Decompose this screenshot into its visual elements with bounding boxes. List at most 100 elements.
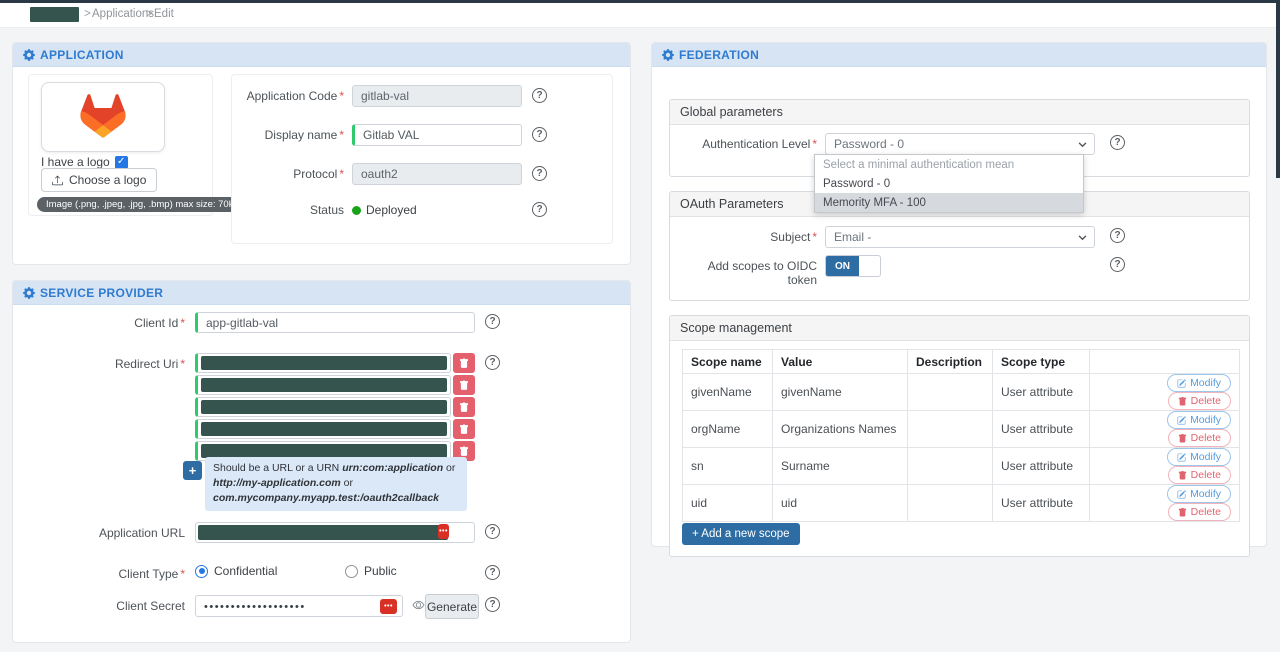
modify-scope-button[interactable]: Modify: [1167, 448, 1231, 466]
radio-unselected-icon[interactable]: [345, 565, 358, 578]
help-icon[interactable]: ?: [485, 565, 500, 580]
delete-redirect-uri-button[interactable]: [453, 375, 475, 395]
generate-secret-button[interactable]: Generate: [425, 594, 479, 619]
radio-selected-icon[interactable]: [195, 565, 208, 578]
add-scope-button[interactable]: + Add a new scope: [682, 523, 800, 545]
status-text: Deployed: [366, 203, 417, 217]
gear-icon: [23, 287, 35, 299]
federation-panel: FEDERATION Global parameters Authenticat…: [651, 42, 1267, 547]
password-manager-icon: •••: [438, 524, 449, 539]
col-scope-type: Scope type: [993, 350, 1090, 374]
redirect-uri-help-text: Should be a URL or a URN urn:com:applica…: [205, 457, 467, 511]
help-icon[interactable]: ?: [532, 127, 547, 142]
check-icon: ✓: [117, 157, 125, 167]
display-name-input[interactable]: [352, 124, 522, 146]
client-secret-input[interactable]: ••••••••••••••••••• •••: [195, 595, 403, 617]
trash-icon: [1178, 471, 1187, 480]
col-value: Value: [773, 350, 908, 374]
client-type-public-label: Public: [364, 564, 397, 578]
client-type-label: Client Type*: [25, 567, 185, 581]
help-icon[interactable]: ?: [532, 166, 547, 181]
scope-row: givenName givenName User attribute Modif…: [683, 374, 1240, 411]
modify-scope-button[interactable]: Modify: [1167, 374, 1231, 392]
col-actions: [1090, 350, 1240, 374]
application-logo: [41, 82, 165, 152]
redacted-value: [201, 444, 447, 458]
toggle-on-state: ON: [826, 256, 859, 276]
password-manager-icon: •••: [380, 599, 397, 614]
breadcrumb-separator: >: [84, 8, 91, 20]
delete-scope-button[interactable]: Delete: [1168, 503, 1231, 521]
have-logo-checkbox[interactable]: ✓: [115, 156, 128, 169]
help-icon[interactable]: ?: [485, 597, 500, 612]
screen: > Applications > Edit APPLICATION: [0, 0, 1280, 652]
client-type-option-public[interactable]: Public: [345, 564, 397, 578]
help-icon[interactable]: ?: [485, 524, 500, 539]
trash-icon: [459, 358, 469, 369]
col-description: Description: [908, 350, 993, 374]
authentication-level-select[interactable]: Password - 0: [825, 133, 1095, 155]
redirect-uri-input[interactable]: [195, 397, 451, 417]
federation-panel-title: FEDERATION: [679, 48, 759, 62]
dropdown-option-highlighted[interactable]: Memority MFA - 100: [815, 193, 1083, 212]
trash-icon: [1178, 434, 1187, 443]
dropdown-option[interactable]: Select a minimal authentication mean: [815, 155, 1083, 174]
scrollbar-thumb[interactable]: [1276, 0, 1280, 178]
application-panel-header: APPLICATION: [13, 43, 630, 67]
choose-logo-label: Choose a logo: [69, 173, 146, 187]
edit-icon: [1177, 416, 1186, 425]
delete-scope-button[interactable]: Delete: [1168, 429, 1231, 447]
dropdown-option[interactable]: Password - 0: [815, 174, 1083, 193]
redirect-uri-row: [195, 375, 475, 395]
client-id-label: Client Id*: [25, 316, 185, 330]
modify-scope-button[interactable]: Modify: [1167, 411, 1231, 429]
status-value: Deployed: [352, 203, 417, 217]
have-logo-label: I have a logo: [41, 155, 110, 169]
breadcrumb-separator: >: [146, 8, 153, 20]
add-scopes-toggle[interactable]: ON: [825, 255, 881, 277]
redacted-value: [201, 400, 447, 414]
client-secret-value: •••••••••••••••••••: [204, 601, 306, 613]
client-type-confidential-label: Confidential: [214, 564, 277, 578]
add-scopes-label: Add scopes to OIDC token: [680, 259, 817, 287]
breadcrumb-applications[interactable]: Applications: [92, 8, 154, 20]
help-icon[interactable]: ?: [1110, 257, 1125, 272]
redacted-value: [198, 525, 448, 540]
help-icon[interactable]: ?: [1110, 135, 1125, 150]
redacted-value: [201, 378, 447, 392]
subject-label: Subject*: [680, 230, 817, 244]
redirect-uri-row: [195, 353, 475, 373]
redirect-uri-input[interactable]: [195, 375, 451, 395]
trash-icon: [1178, 397, 1187, 406]
application-code-input: [352, 85, 522, 107]
application-url-input[interactable]: •••: [195, 522, 475, 543]
gitlab-logo-icon: [66, 90, 140, 144]
delete-redirect-uri-button[interactable]: [453, 419, 475, 439]
delete-scope-button[interactable]: Delete: [1168, 466, 1231, 484]
scope-row: orgName Organizations Names User attribu…: [683, 411, 1240, 448]
help-icon[interactable]: ?: [485, 314, 500, 329]
redirect-uri-row: [195, 397, 475, 417]
add-redirect-uri-button[interactable]: +: [183, 461, 202, 480]
choose-logo-button[interactable]: Choose a logo: [41, 168, 157, 192]
help-icon[interactable]: ?: [485, 355, 500, 370]
delete-redirect-uri-button[interactable]: [453, 353, 475, 373]
authentication-level-label: Authentication Level*: [680, 137, 817, 151]
trash-icon: [1178, 508, 1187, 517]
client-id-input[interactable]: [195, 312, 475, 333]
modify-scope-button[interactable]: Modify: [1167, 485, 1231, 503]
subject-select[interactable]: Email -: [825, 226, 1095, 248]
delete-redirect-uri-button[interactable]: [453, 397, 475, 417]
redacted-brand-logo[interactable]: [30, 7, 79, 22]
redirect-uri-input[interactable]: [195, 419, 451, 439]
help-icon[interactable]: ?: [532, 88, 547, 103]
client-secret-label: Client Secret: [25, 599, 185, 613]
delete-scope-button[interactable]: Delete: [1168, 392, 1231, 410]
breadcrumb: > Applications > Edit: [0, 3, 1280, 28]
client-type-option-confidential[interactable]: Confidential: [195, 564, 277, 578]
redirect-uri-input[interactable]: [195, 353, 451, 373]
help-icon[interactable]: ?: [532, 202, 547, 217]
help-icon[interactable]: ?: [1110, 228, 1125, 243]
redacted-value: [201, 356, 447, 370]
trash-icon: [459, 402, 469, 413]
